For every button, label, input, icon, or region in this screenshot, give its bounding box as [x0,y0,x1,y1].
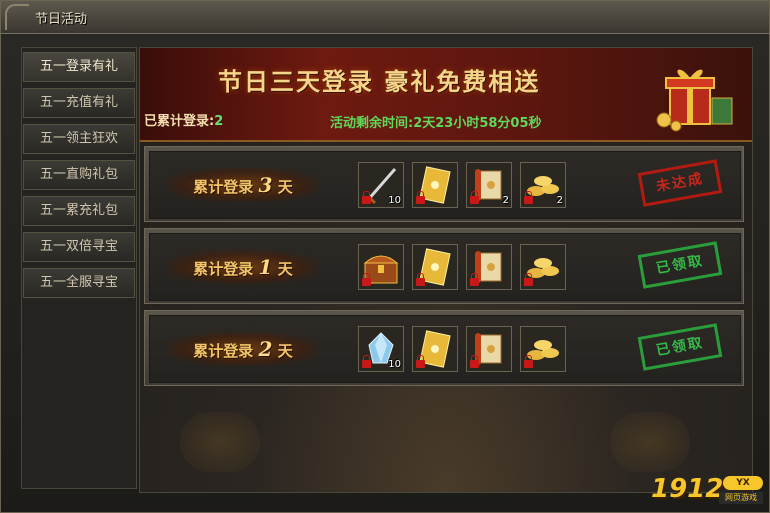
lock-icon [524,355,533,368]
tab-login-gift[interactable]: 五一登录有礼 [23,52,135,82]
gift-box-icon [656,69,733,132]
item-quantity: 10 [388,195,401,206]
sidebar: 五一登录有礼 五一充值有礼 五一领主狂欢 五一直购礼包 五一累充礼包 五一双倍寻… [21,47,137,489]
sword-icon[interactable]: 10 [358,162,404,208]
window-title: 节日活动 [35,12,88,27]
item-quantity: 2 [556,195,563,206]
watermark-number: 1912 [651,474,724,504]
tab-recharge-gift[interactable]: 五一充值有礼 [23,88,135,118]
reward-row-day2: 累计登录 2 天 10 已领取 [144,310,744,386]
gold-ticket-icon[interactable] [412,162,458,208]
lock-icon [416,355,425,368]
event-countdown: 活动剩余时间:2天23小时58分05秒 [330,116,542,131]
watermark-badge: YX [723,476,763,490]
watermark-subtitle: 网页游戏 [719,492,763,504]
tab-lord-carnival[interactable]: 五一领主狂欢 [23,124,135,154]
status-stamp-not-achieved: 未达成 [637,159,723,207]
scroll-icon[interactable]: 2 [466,162,512,208]
row-label-day: 3 [258,173,273,197]
corner-ornament-icon [5,4,29,30]
reward-row-day3: 累计登录 3 天 10 2 2 未达成 [144,146,744,222]
tab-direct-purchase[interactable]: 五一直购礼包 [23,160,135,190]
row-label-day: 1 [258,255,273,279]
login-count: 已累计登录:2 [144,110,223,129]
event-banner: 节日三天登录 豪礼免费相送 已累计登录:2 活动剩余时间:2天23小时58分05… [140,48,752,142]
blue-crystal-icon[interactable]: 10 [358,326,404,372]
gold-ingots-icon[interactable]: 2 [520,162,566,208]
login-count-value: 2 [214,114,224,129]
reward-row-day1: 累计登录 1 天 已领取 [144,228,744,304]
lock-icon [362,191,371,204]
lock-icon [416,191,425,204]
background-ornament [610,412,690,472]
tab-cumulative-recharge[interactable]: 五一累充礼包 [23,196,135,226]
login-count-label: 已累计登录: [144,114,215,129]
lock-icon [524,273,533,286]
main-panel: 节日三天登录 豪礼免费相送 已累计登录:2 活动剩余时间:2天23小时58分05… [139,47,753,493]
banner-title: 节日三天登录 豪礼免费相送 [218,67,541,96]
background-ornament [180,412,260,472]
status-stamp-claimed: 已领取 [637,323,723,371]
row-label-suffix: 天 [277,178,293,196]
gold-ticket-icon[interactable] [412,326,458,372]
row-label-prefix: 累计登录 [193,178,254,196]
row-label-prefix: 累计登录 [193,260,254,278]
tab-server-treasure[interactable]: 五一全服寻宝 [23,268,135,298]
reward-row-label: 累计登录 1 天 [168,250,318,284]
treasure-chest-icon[interactable] [358,244,404,290]
gold-ingots-icon[interactable] [520,326,566,372]
status-stamp-claimed: 已领取 [637,241,723,289]
lock-icon [362,273,371,286]
site-watermark-logo: 1912 YX 网页游戏 [651,474,763,508]
lock-icon [470,355,479,368]
gold-ingots-icon[interactable] [520,244,566,290]
lock-icon [524,191,533,204]
item-quantity: 2 [502,195,509,206]
item-quantity: 10 [388,359,401,370]
reward-row-inner: 累计登录 1 天 已领取 [149,233,741,301]
tab-double-treasure[interactable]: 五一双倍寻宝 [23,232,135,262]
festival-activity-window: 节日活动 五一登录有礼 五一充值有礼 五一领主狂欢 五一直购礼包 五一累充礼包 … [0,0,770,513]
row-label-suffix: 天 [277,260,293,278]
reward-row-label: 累计登录 3 天 [168,168,318,202]
lock-icon [362,355,371,368]
reward-row-inner: 累计登录 3 天 10 2 2 未达成 [149,151,741,219]
reward-row-label: 累计登录 2 天 [168,332,318,366]
row-label-suffix: 天 [277,342,293,360]
lock-icon [470,191,479,204]
lock-icon [416,273,425,286]
row-label-prefix: 累计登录 [193,342,254,360]
lock-icon [470,273,479,286]
scroll-icon[interactable] [466,326,512,372]
row-label-day: 2 [258,337,273,361]
gold-ticket-icon[interactable] [412,244,458,290]
reward-row-inner: 累计登录 2 天 10 已领取 [149,315,741,383]
scroll-icon[interactable] [466,244,512,290]
title-bar[interactable]: 节日活动 [1,1,769,34]
